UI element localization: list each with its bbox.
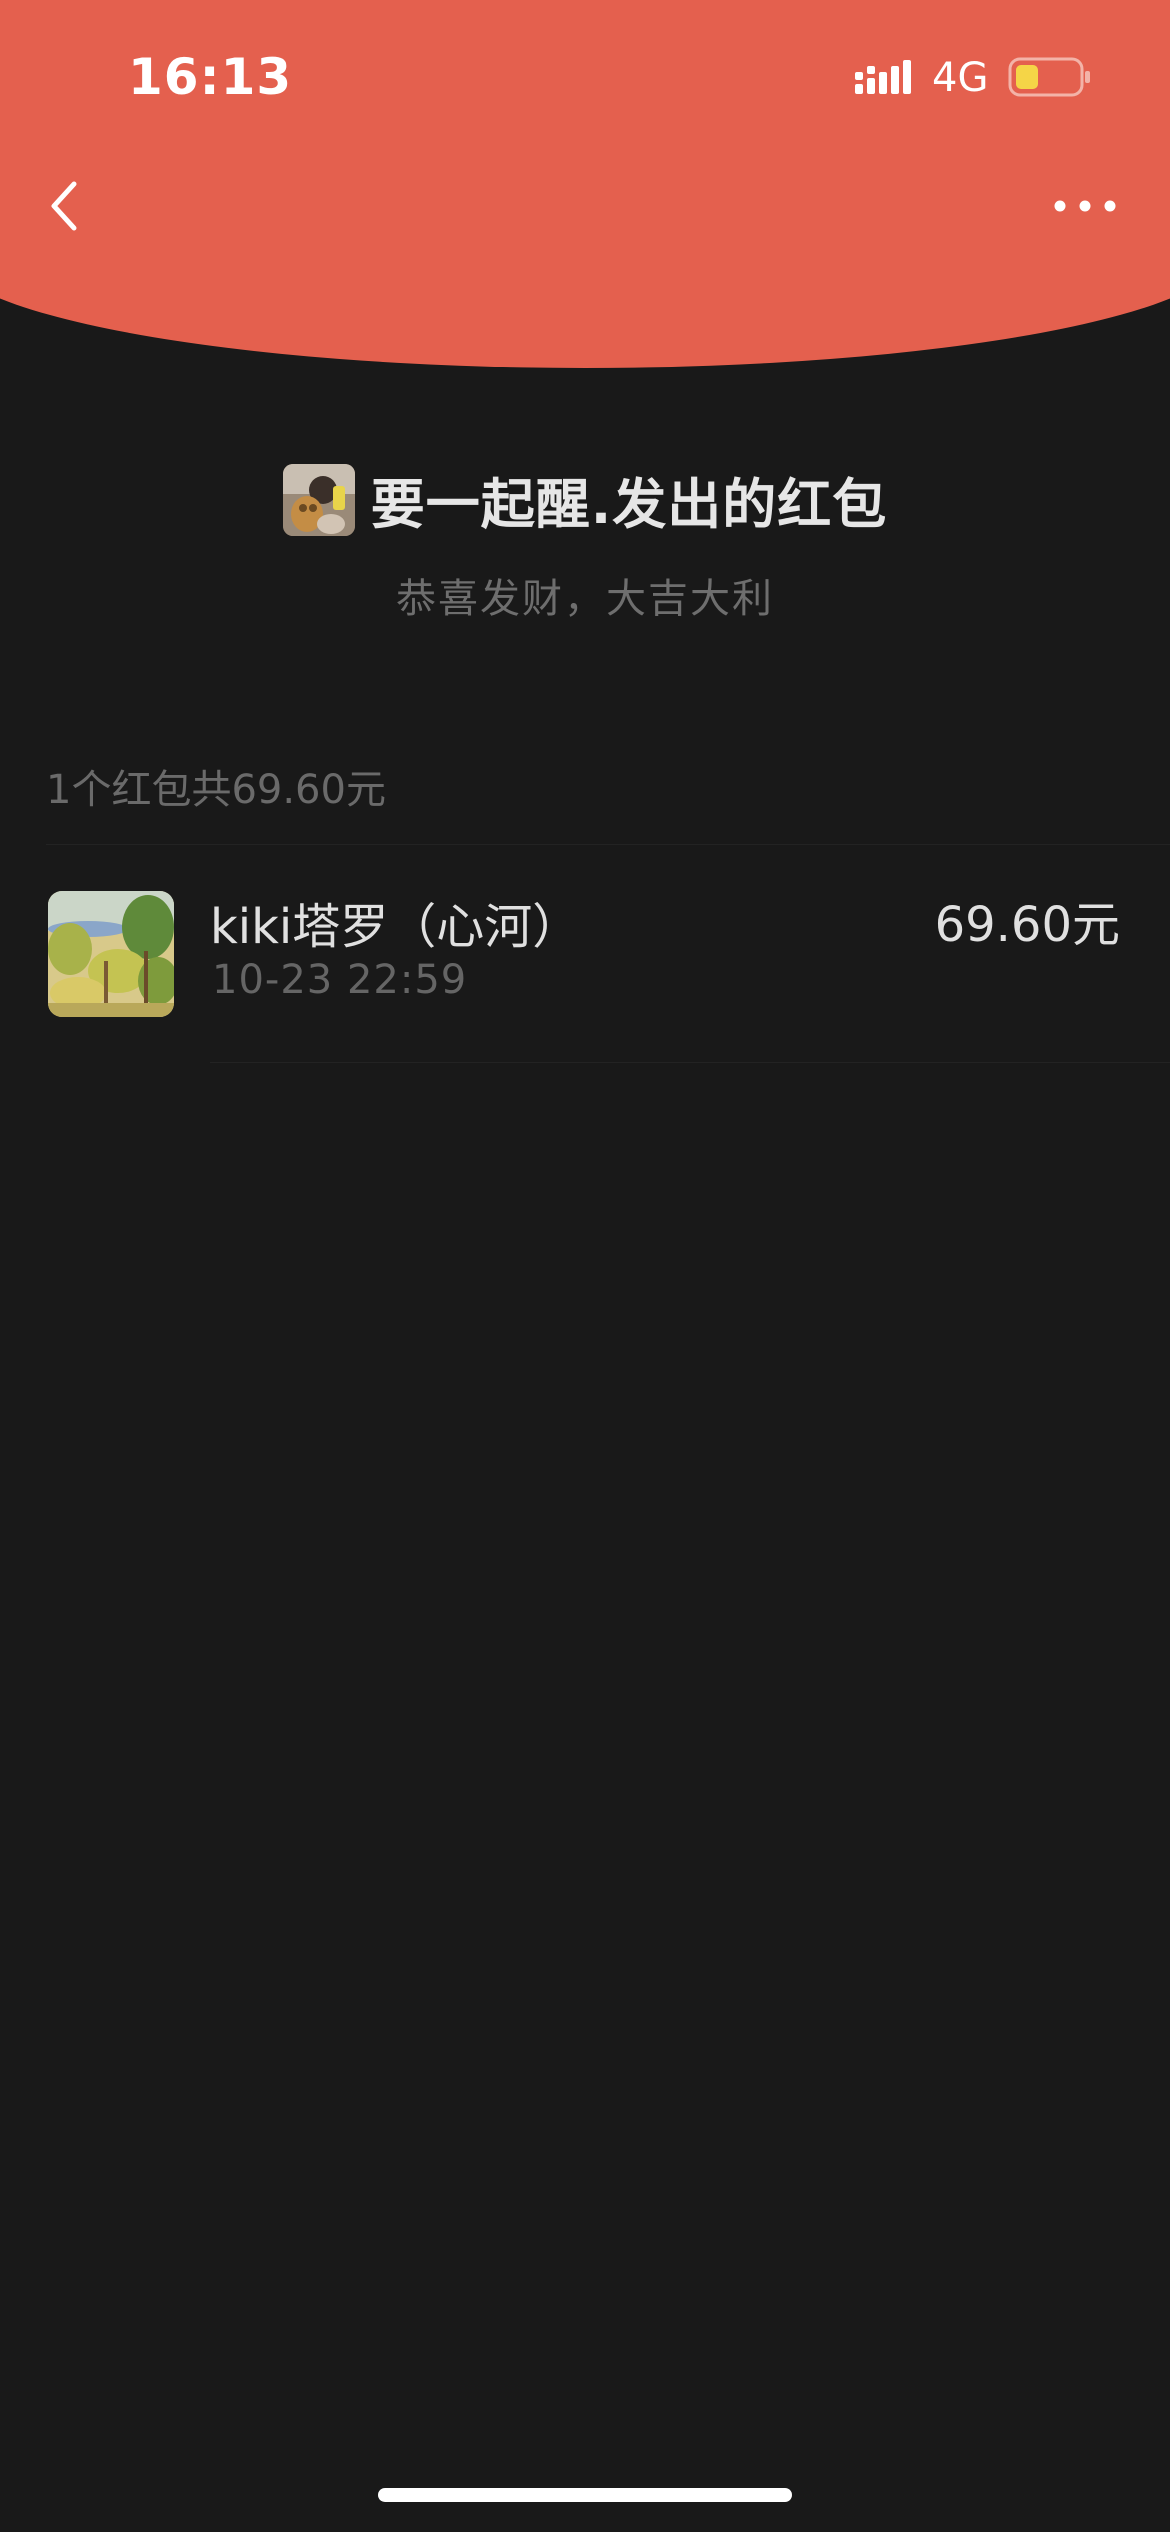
signal-icon	[855, 60, 911, 94]
avatar-image	[282, 463, 355, 536]
packet-summary: 1个红包共69.60元	[46, 767, 386, 813]
recipient-avatar[interactable]	[48, 891, 174, 1017]
red-packet-detail-screen: 16:13 4G 要一起醒.发出的红包 恭喜发财，大吉大利 1个红包共69.60…	[0, 0, 1170, 2532]
home-indicator[interactable]	[378, 2488, 792, 2502]
sender-title: 要一起醒.发出的红包	[370, 473, 888, 536]
sender-avatar[interactable]	[282, 463, 355, 536]
list-item[interactable]: kiki塔罗（心河） 10-23 22:59 69.60元	[0, 845, 1170, 1063]
sender-info: 要一起醒.发出的红包 恭喜发财，大吉大利	[0, 460, 1170, 624]
back-chevron-icon[interactable]	[38, 170, 94, 242]
battery-icon	[1008, 57, 1090, 97]
divider	[210, 1062, 1170, 1063]
navigation-bar	[0, 160, 1170, 250]
greeting-message: 恭喜发财，大吉大利	[396, 575, 774, 622]
avatar-image	[48, 891, 174, 1017]
network-type-label: 4G	[932, 55, 989, 101]
status-bar: 16:13 4G	[0, 0, 1170, 150]
sender-line: 要一起醒.发出的红包	[282, 460, 888, 539]
more-dots-icon[interactable]	[1050, 180, 1120, 230]
received-amount: 69.60元	[934, 897, 1120, 953]
recipient-name: kiki塔罗（心河）	[210, 899, 581, 955]
received-time: 10-23 22:59	[212, 957, 468, 1003]
status-time: 16:13	[128, 48, 293, 106]
